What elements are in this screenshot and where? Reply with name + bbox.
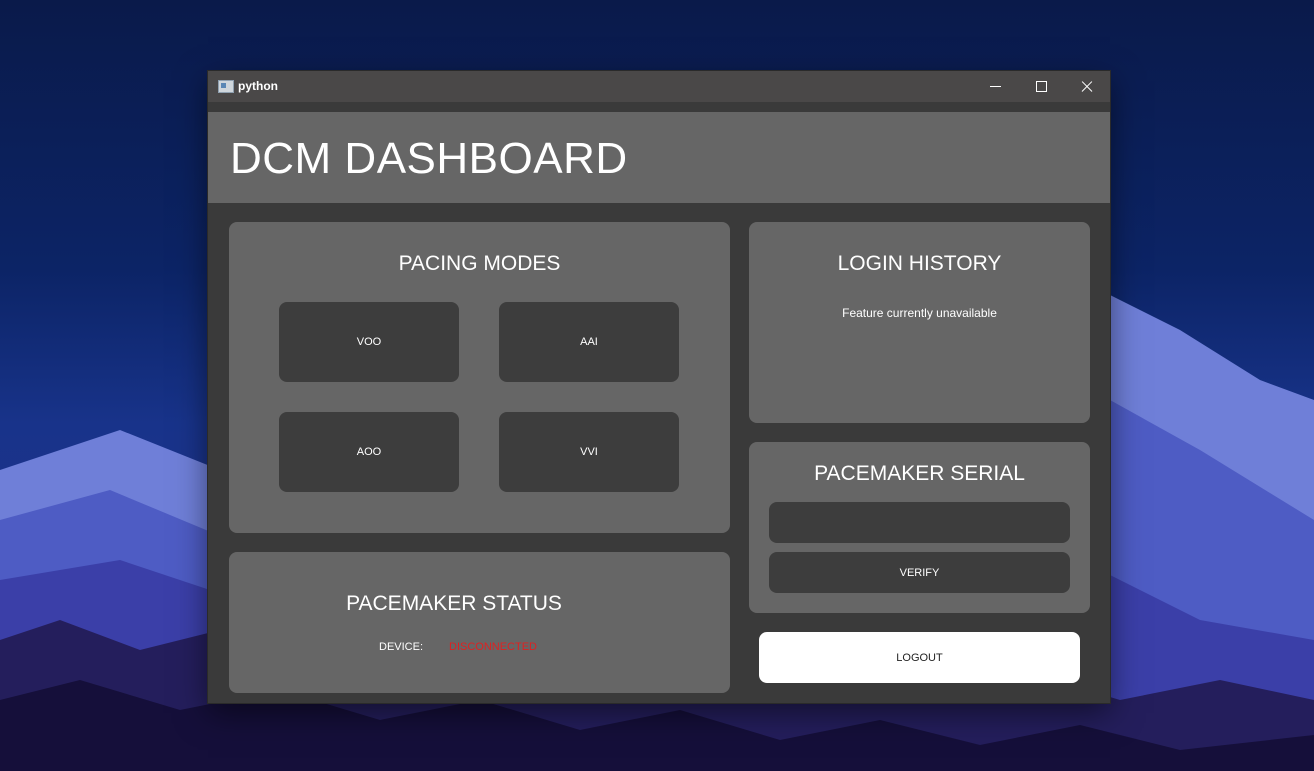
serial-input[interactable] — [769, 502, 1070, 543]
python-app-icon — [218, 80, 234, 93]
login-history-note: Feature currently unavailable — [842, 306, 997, 320]
login-history-panel: LOGIN HISTORY Feature currently unavaila… — [749, 222, 1090, 423]
device-status-value: DISCONNECTED — [449, 641, 538, 653]
maximize-icon — [1035, 81, 1047, 92]
dashboard-header: DCM DASHBOARD — [208, 112, 1110, 203]
mode-button-aai[interactable]: AAI — [499, 302, 679, 382]
title-separator — [208, 102, 1110, 112]
verify-button[interactable]: VERIFY — [769, 552, 1070, 593]
app-window: python DCM DASHBOARD PACING MODES VOO AA… — [208, 71, 1110, 703]
pacing-modes-panel: PACING MODES VOO AAI AOO VVI — [229, 222, 730, 533]
pacemaker-serial-panel: PACEMAKER SERIAL VERIFY — [749, 442, 1090, 613]
logout-button[interactable]: LOGOUT — [759, 632, 1080, 683]
mode-button-aoo[interactable]: AOO — [279, 412, 459, 492]
maximize-button[interactable] — [1018, 71, 1064, 102]
device-label: DEVICE: — [379, 641, 424, 653]
pacemaker-serial-title: PACEMAKER SERIAL — [814, 462, 1025, 485]
title-bar: python — [208, 71, 1110, 102]
page-title: DCM DASHBOARD — [230, 134, 628, 183]
login-history-title: LOGIN HISTORY — [837, 252, 1002, 275]
mode-button-vvi[interactable]: VVI — [499, 412, 679, 492]
close-icon — [1081, 81, 1093, 93]
window-title: python — [238, 79, 278, 93]
pacing-modes-title: PACING MODES — [398, 252, 561, 275]
close-button[interactable] — [1064, 71, 1110, 102]
minimize-icon — [989, 86, 1001, 87]
mode-button-voo[interactable]: VOO — [279, 302, 459, 382]
pacemaker-status-panel: PACEMAKER STATUS DEVICE: DISCONNECTED — [229, 552, 730, 693]
pacemaker-status-title: PACEMAKER STATUS — [346, 592, 562, 615]
minimize-button[interactable] — [972, 71, 1018, 102]
